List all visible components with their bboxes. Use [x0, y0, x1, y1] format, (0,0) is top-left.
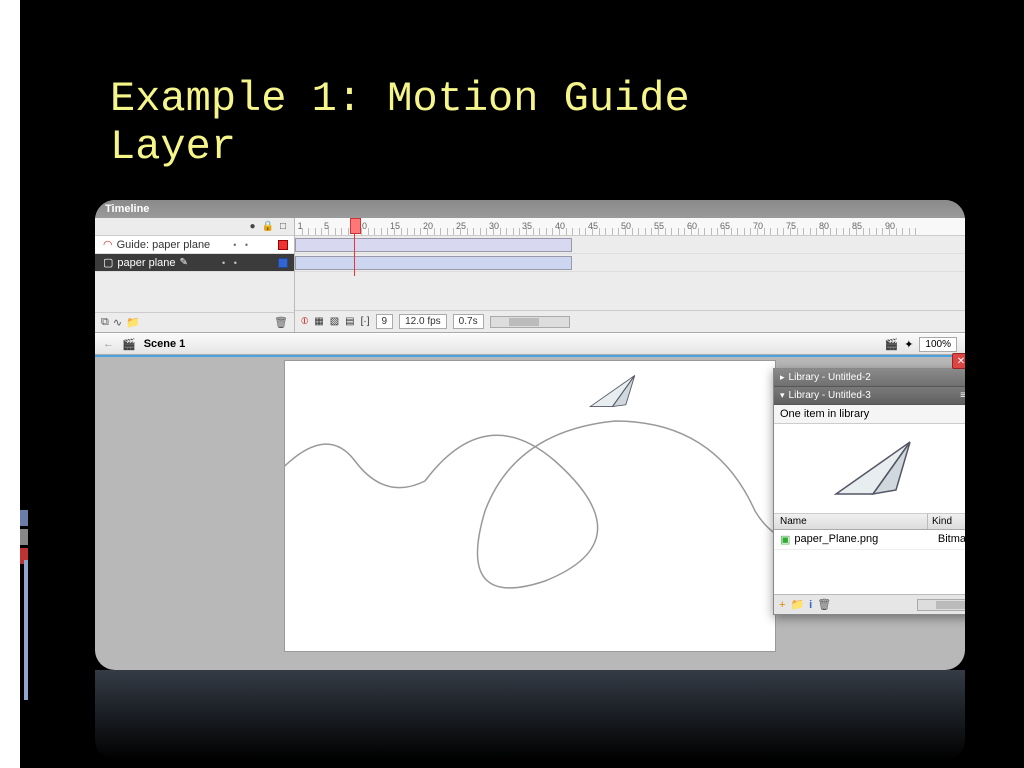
back-button[interactable]: ←	[103, 338, 114, 350]
tri-right-icon: ▸	[780, 372, 785, 383]
close-panel-button[interactable]: ✕	[952, 353, 965, 369]
new-folder-button[interactable]: 📁	[790, 598, 804, 611]
side-accent-bar	[24, 560, 28, 700]
motion-tween-span[interactable]	[295, 256, 572, 270]
layer-color-swatch[interactable]	[278, 240, 288, 250]
motion-guide-path	[285, 361, 775, 651]
library-tab-untitled-2[interactable]: ▸ Library - Untitled-2	[774, 369, 965, 387]
library-footer: + 📁 i 🗑	[774, 594, 965, 614]
frame-row-paper-plane[interactable]	[295, 254, 965, 272]
library-tab-label: Library - Untitled-2	[789, 372, 871, 383]
layer-toggle-dots[interactable]: • •	[222, 258, 244, 268]
layer-footer: ⧉ ∿ 📁 🗑	[95, 312, 294, 332]
insert-layer-button[interactable]: ⧉	[101, 316, 109, 329]
library-column-header[interactable]: Name Kind	[774, 514, 965, 530]
library-panel[interactable]: ✕ ▸ Library - Untitled-2 ▾ Library - Unt…	[773, 368, 965, 615]
flash-app-window: Timeline ● 🔒 □ ◠ Guide: paper plane • • …	[95, 200, 965, 670]
slide-title: Example 1: Motion Guide Layer	[110, 75, 690, 172]
timeline-status-bar: ⦶ ▦ ▧ ▤ [·] 9 12.0 fps 0.7s	[295, 310, 965, 332]
onion-outline-button[interactable]: ▧	[330, 316, 339, 327]
modify-onion-button[interactable]: [·]	[361, 316, 370, 327]
paper-plane-symbol[interactable]	[585, 371, 640, 411]
frame-row-guide[interactable]	[295, 236, 965, 254]
timeline-panel-title[interactable]: Timeline	[95, 200, 965, 218]
library-item-count: One item in library	[774, 405, 965, 424]
library-preview	[774, 424, 965, 514]
scene-icon: 🎬	[122, 338, 136, 351]
library-empty-area	[774, 550, 965, 594]
bitmap-icon: ▣	[780, 533, 790, 546]
library-item-row[interactable]: ▣ paper_Plane.png Bitma	[774, 530, 965, 550]
window-reflection	[95, 670, 965, 760]
add-guide-button[interactable]: ∿	[113, 316, 122, 329]
library-item-name: paper_Plane.png	[794, 533, 937, 546]
playhead[interactable]	[354, 218, 355, 276]
fps-indicator: 12.0 fps	[399, 314, 447, 329]
panel-menu-icon[interactable]: ≡	[960, 390, 965, 401]
elapsed-time-indicator: 0.7s	[453, 314, 484, 329]
delete-button[interactable]: 🗑	[817, 598, 831, 611]
edit-scene-button[interactable]: 🎬	[885, 338, 899, 351]
properties-button[interactable]: i	[809, 599, 812, 611]
guide-tween-span[interactable]	[295, 238, 572, 252]
pencil-icon: ✎	[180, 257, 188, 268]
current-frame-indicator: 9	[376, 314, 394, 329]
timeline-area: ● 🔒 □ ◠ Guide: paper plane • • ▢ paper p…	[95, 218, 965, 333]
layer-guide-paper-plane[interactable]: ◠ Guide: paper plane • •	[95, 236, 294, 254]
left-white-stripe	[0, 0, 20, 768]
frame-ruler[interactable]: 151015202530354045505560657075808590	[295, 218, 965, 236]
library-tab-label: Library - Untitled-3	[789, 390, 871, 401]
layer-label: paper plane	[117, 257, 175, 269]
library-tab-untitled-3[interactable]: ▾ Library - Untitled-3 ≡	[774, 387, 965, 405]
library-preview-plane	[828, 434, 918, 504]
frames-panel: 151015202530354045505560657075808590 ⦶ ▦…	[295, 218, 965, 332]
new-symbol-button[interactable]: +	[779, 599, 785, 611]
edit-symbol-button[interactable]: ✦	[904, 338, 913, 351]
layer-paper-plane[interactable]: ▢ paper plane ✎ • •	[95, 254, 294, 272]
layer-toggle-dots[interactable]: • •	[233, 240, 255, 250]
barcode-decoration	[22, 80, 38, 110]
lock-column-icon[interactable]: 🔒	[262, 221, 274, 232]
library-scrollbar[interactable]	[917, 599, 965, 611]
column-kind[interactable]: Kind	[928, 514, 965, 529]
side-marks	[20, 510, 28, 564]
center-frame-button[interactable]: ⦶	[301, 316, 308, 327]
library-item-kind: Bitma	[938, 533, 965, 546]
layer-color-swatch[interactable]	[278, 258, 288, 268]
zoom-level[interactable]: 100%	[919, 337, 957, 352]
layer-column-header: ● 🔒 □	[95, 218, 294, 236]
delete-layer-button[interactable]: 🗑	[274, 316, 288, 329]
stage-canvas[interactable]	[285, 361, 775, 651]
layer-panel: ● 🔒 □ ◠ Guide: paper plane • • ▢ paper p…	[95, 218, 295, 332]
normal-layer-icon: ▢	[103, 256, 113, 269]
scene-name[interactable]: Scene 1	[144, 338, 186, 350]
guide-layer-icon: ◠	[103, 238, 113, 251]
column-name[interactable]: Name	[774, 514, 928, 529]
onion-skin-button[interactable]: ▦	[314, 316, 323, 327]
timeline-scrollbar[interactable]	[490, 316, 570, 328]
edit-multiple-button[interactable]: ▤	[345, 316, 354, 327]
tri-down-icon: ▾	[780, 390, 785, 401]
outline-column-icon[interactable]: □	[280, 221, 286, 232]
edit-bar: ← 🎬 Scene 1 🎬 ✦ 100%	[95, 333, 965, 355]
eye-column-icon[interactable]: ●	[249, 221, 255, 232]
layer-label: Guide: paper plane	[117, 239, 211, 251]
add-folder-button[interactable]: 📁	[126, 316, 140, 329]
